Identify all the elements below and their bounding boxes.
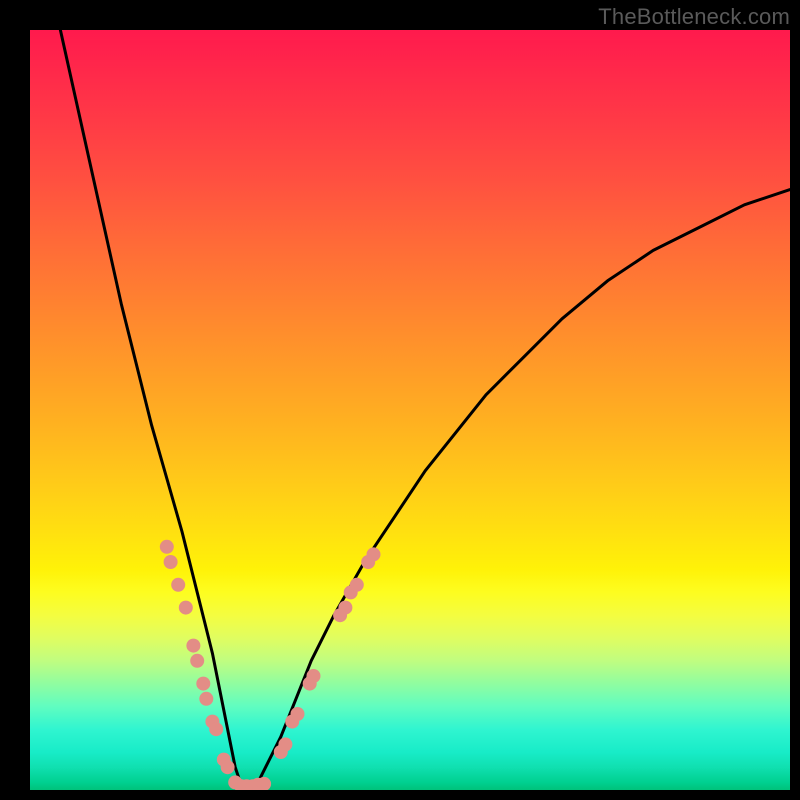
data-dot xyxy=(171,578,185,592)
data-dot xyxy=(190,654,204,668)
data-dot xyxy=(186,639,200,653)
data-dot xyxy=(278,737,292,751)
data-dot xyxy=(350,578,364,592)
bottleneck-curve xyxy=(60,30,790,790)
data-dot xyxy=(179,601,193,615)
chart-svg-layer xyxy=(30,30,790,790)
data-dot xyxy=(291,707,305,721)
data-dot xyxy=(307,669,321,683)
chart-plot-area xyxy=(30,30,790,790)
data-dot xyxy=(160,540,174,554)
data-dot xyxy=(196,677,210,691)
data-dot xyxy=(164,555,178,569)
data-dot xyxy=(367,547,381,561)
watermark-text: TheBottleneck.com xyxy=(598,4,790,30)
data-dot xyxy=(221,760,235,774)
data-dot xyxy=(338,601,352,615)
data-dot xyxy=(209,722,223,736)
data-dot xyxy=(199,692,213,706)
